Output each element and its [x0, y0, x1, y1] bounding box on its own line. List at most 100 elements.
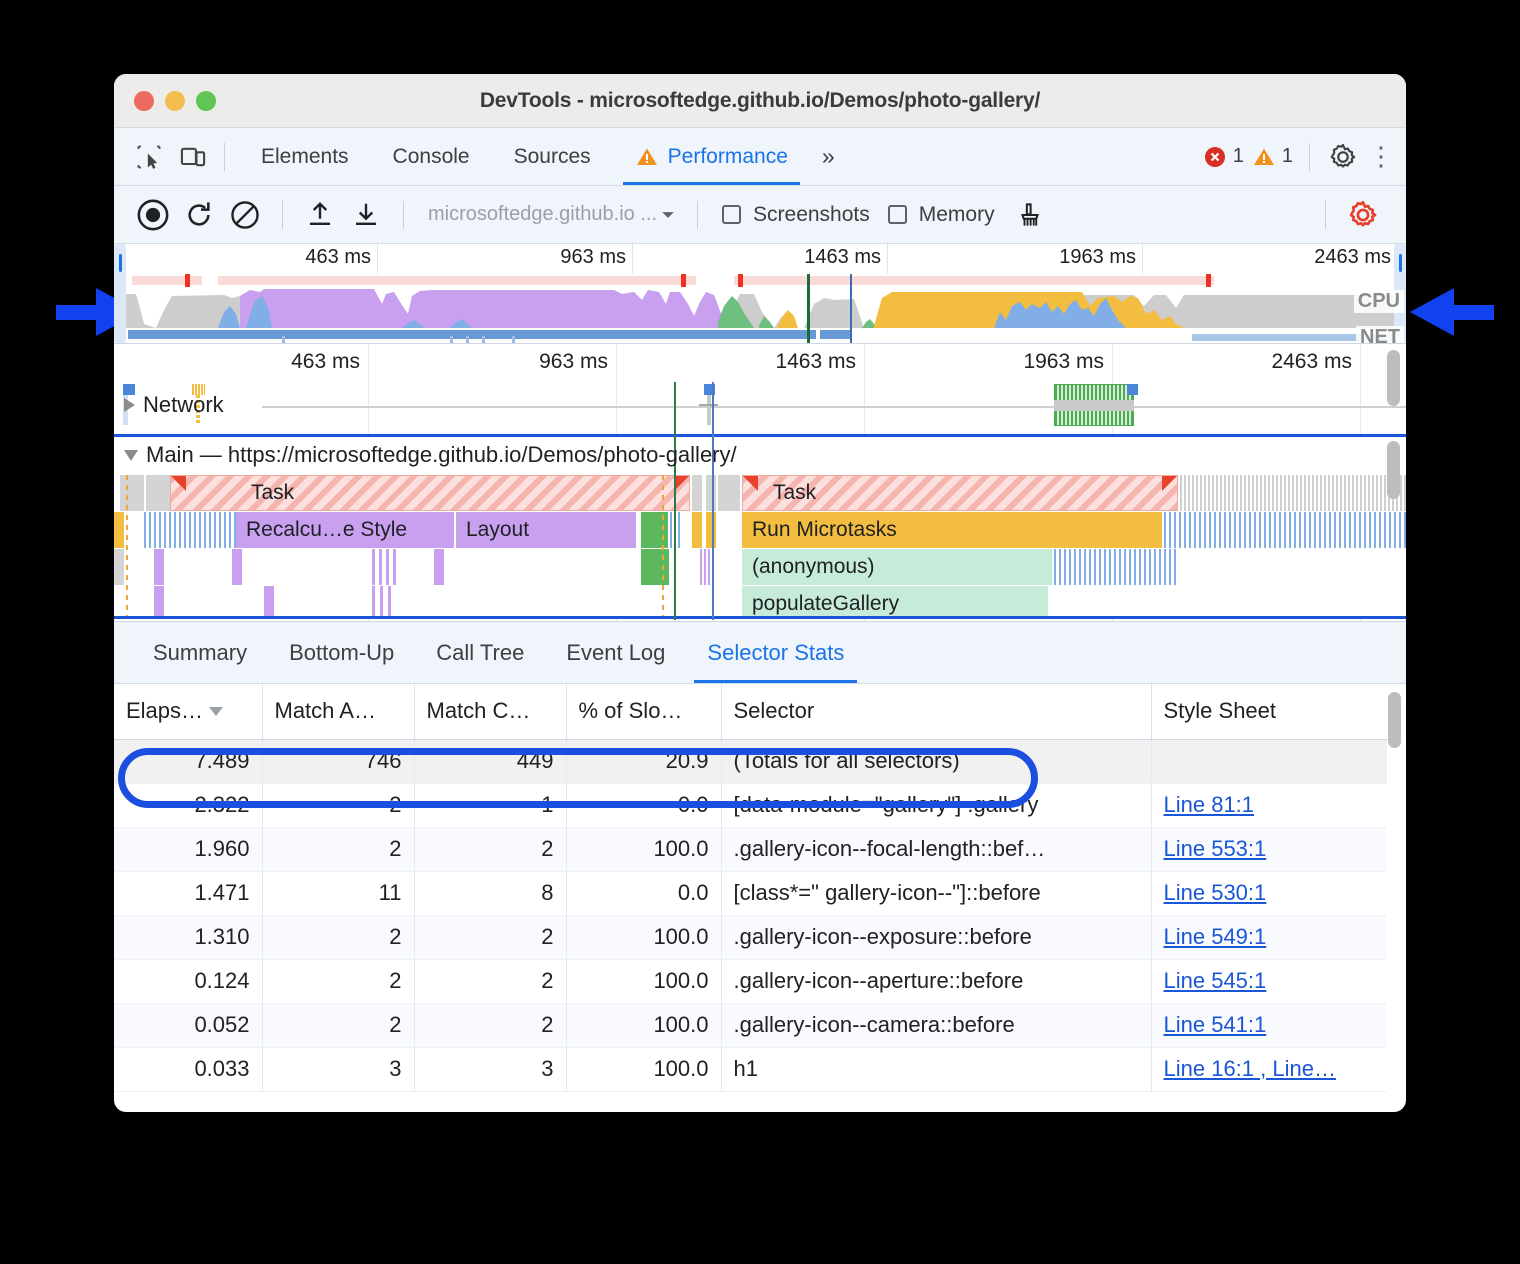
flame-bar-populate-gallery[interactable]: populateGallery	[742, 586, 1048, 619]
flame-bar-layout[interactable]: Layout	[456, 512, 636, 548]
column-header-style-sheet[interactable]: Style Sheet	[1151, 684, 1387, 739]
table-row[interactable]: 1.471 11 8 0.0 [class*=" gallery-icon--"…	[114, 871, 1387, 915]
overview-tick-2: 963 ms	[560, 246, 632, 269]
table-row-totals[interactable]: 7.489 746 449 20.9 (Totals for all selec…	[114, 739, 1387, 783]
overview-selection-handle-left[interactable]	[114, 244, 126, 343]
flame-chart-panel[interactable]: 463 ms 963 ms 1463 ms 1963 ms 2463 ms Ne…	[114, 344, 1406, 622]
reload-record-icon[interactable]	[178, 194, 220, 236]
expand-triangle-icon[interactable]	[124, 398, 135, 412]
tab-event-log[interactable]: Event Log	[545, 622, 686, 683]
error-counter[interactable]: 1	[1203, 145, 1244, 169]
selector-stats-table-container[interactable]: Elaps… Match A… Match C… % of Slo…	[114, 684, 1406, 1066]
table-row[interactable]: 0.033 3 3 100.0 h1 Line 16:1 , Line…	[114, 1047, 1387, 1091]
download-profile-icon[interactable]	[345, 194, 387, 236]
record-circle-icon[interactable]	[132, 194, 174, 236]
tab-performance[interactable]: Performance	[613, 128, 810, 185]
flame-bar-label-2: Task	[753, 481, 816, 505]
cell-match-count: 8	[414, 871, 566, 915]
profile-selector-dropdown[interactable]: microsoftedge.github.io ...	[420, 203, 683, 226]
cell-pct-slow: 0.0	[566, 783, 721, 827]
column-header-match-count-label: Match C…	[427, 698, 531, 723]
flame-bar-task-2[interactable]: Task	[742, 475, 1178, 511]
table-row[interactable]: 1.960 2 2 100.0 .gallery-icon--focal-len…	[114, 827, 1387, 871]
devtools-window: DevTools - microsoftedge.github.io/Demos…	[114, 74, 1406, 1112]
table-row[interactable]: 1.310 2 2 100.0 .gallery-icon--exposure:…	[114, 915, 1387, 959]
device-toolbar-icon[interactable]	[176, 140, 210, 174]
flame-bar-task-1[interactable]: Task	[170, 475, 690, 511]
stylesheet-link[interactable]: Line 16:1 , Line…	[1164, 1056, 1336, 1081]
cell-selector: h1	[721, 1047, 1151, 1091]
table-scrollbar-track[interactable]	[1388, 690, 1401, 1064]
tab-elements[interactable]: Elements	[239, 128, 371, 185]
warning-triangle-icon	[635, 145, 659, 169]
inspect-element-icon[interactable]	[132, 140, 166, 174]
screenshots-checkbox[interactable]: Screenshots	[722, 203, 870, 227]
clear-icon[interactable]	[224, 194, 266, 236]
tab-summary-label: Summary	[153, 640, 247, 666]
tab-bottom-up[interactable]: Bottom-Up	[268, 622, 415, 683]
collect-garbage-icon[interactable]	[1009, 194, 1051, 236]
tab-summary[interactable]: Summary	[132, 622, 268, 683]
flame-bar-anonymous[interactable]: (anonymous)	[742, 549, 1052, 585]
table-row[interactable]: 0.052 2 2 100.0 .gallery-icon--camera::b…	[114, 1003, 1387, 1047]
tab-console[interactable]: Console	[371, 128, 492, 185]
tab-sources[interactable]: Sources	[492, 128, 613, 185]
kebab-menu-icon[interactable]: ⋮	[1368, 150, 1390, 163]
flame-row-2: Recalcu…e Style Layout Run Microtasks	[114, 512, 1406, 548]
cell-match-count: 1	[414, 783, 566, 827]
main-track[interactable]: Main — https://microsoftedge.github.io/D…	[114, 434, 1406, 619]
main-track-title[interactable]: Main — https://microsoftedge.github.io/D…	[124, 442, 737, 468]
minimize-window-button[interactable]	[165, 91, 185, 111]
collapse-triangle-icon[interactable]	[124, 450, 138, 461]
timeline-overview[interactable]: 463 ms 963 ms 1463 ms 1963 ms 2463 ms	[114, 244, 1406, 344]
network-track[interactable]: Network	[114, 382, 1406, 434]
cell-style-sheet: Line 16:1 , Line…	[1151, 1047, 1387, 1091]
stylesheet-link[interactable]: Line 530:1	[1164, 880, 1267, 905]
column-header-elapsed[interactable]: Elaps…	[114, 684, 262, 739]
flame-scrollbar-thumb[interactable]	[1387, 350, 1400, 406]
flame-bar-recalc-style[interactable]: Recalcu…e Style	[236, 512, 454, 548]
flame-bar-run-microtasks[interactable]: Run Microtasks	[742, 512, 1162, 548]
cell-elapsed: 0.033	[114, 1047, 262, 1091]
cell-elapsed: 1.471	[114, 871, 262, 915]
stylesheet-link[interactable]: Line 81:1	[1164, 792, 1255, 817]
column-header-match-count[interactable]: Match C…	[414, 684, 566, 739]
memory-checkbox-box	[888, 205, 907, 224]
table-header-row: Elaps… Match A… Match C… % of Slo…	[114, 684, 1387, 739]
main-scrollbar-thumb[interactable]	[1387, 441, 1400, 499]
main-scrollbar-track[interactable]	[1387, 437, 1400, 619]
network-track-header[interactable]: Network	[124, 392, 224, 418]
column-header-match-attempts[interactable]: Match A…	[262, 684, 414, 739]
memory-checkbox[interactable]: Memory	[888, 203, 995, 227]
table-scrollbar-thumb[interactable]	[1388, 692, 1401, 748]
warning-counter[interactable]: 1	[1252, 145, 1293, 169]
flame-ruler: 463 ms 963 ms 1463 ms 1963 ms 2463 ms	[114, 344, 1406, 382]
table-row[interactable]: 0.124 2 2 100.0 .gallery-icon--aperture:…	[114, 959, 1387, 1003]
flame-bar-label-3: Recalcu…e Style	[246, 518, 407, 542]
flame-row-3: (anonymous)	[114, 549, 1406, 585]
table-row[interactable]: 2.322 2 1 0.0 [data-module="gallery"] .g…	[114, 783, 1387, 827]
flame-scrollbar-track[interactable]	[1387, 348, 1400, 426]
column-header-selector[interactable]: Selector	[721, 684, 1151, 739]
stylesheet-link[interactable]: Line 541:1	[1164, 1012, 1267, 1037]
stylesheet-link[interactable]: Line 553:1	[1164, 836, 1267, 861]
tab-selector-stats[interactable]: Selector Stats	[686, 622, 865, 683]
flame-bar-label-7: populateGallery	[752, 592, 899, 616]
tab-call-tree[interactable]: Call Tree	[415, 622, 545, 683]
stylesheet-link[interactable]: Line 545:1	[1164, 968, 1267, 993]
more-tabs-button[interactable]: »	[810, 143, 845, 170]
capture-settings-gear-icon[interactable]	[1342, 194, 1384, 236]
gear-icon[interactable]	[1326, 140, 1360, 174]
close-window-button[interactable]	[134, 91, 154, 111]
warning-count: 1	[1282, 145, 1293, 168]
overview-tick-3: 1463 ms	[804, 246, 887, 269]
tab-call-tree-label: Call Tree	[436, 640, 524, 666]
stylesheet-link[interactable]: Line 549:1	[1164, 924, 1267, 949]
zoom-window-button[interactable]	[196, 91, 216, 111]
toolbar-divider-3	[282, 201, 283, 229]
column-header-pct-slow[interactable]: % of Slo…	[566, 684, 721, 739]
cell-selector: .gallery-icon--exposure::before	[721, 915, 1151, 959]
tab-console-label: Console	[393, 145, 470, 169]
upload-profile-icon[interactable]	[299, 194, 341, 236]
main-track-header[interactable]: Main — https://microsoftedge.github.io/D…	[114, 437, 1406, 475]
